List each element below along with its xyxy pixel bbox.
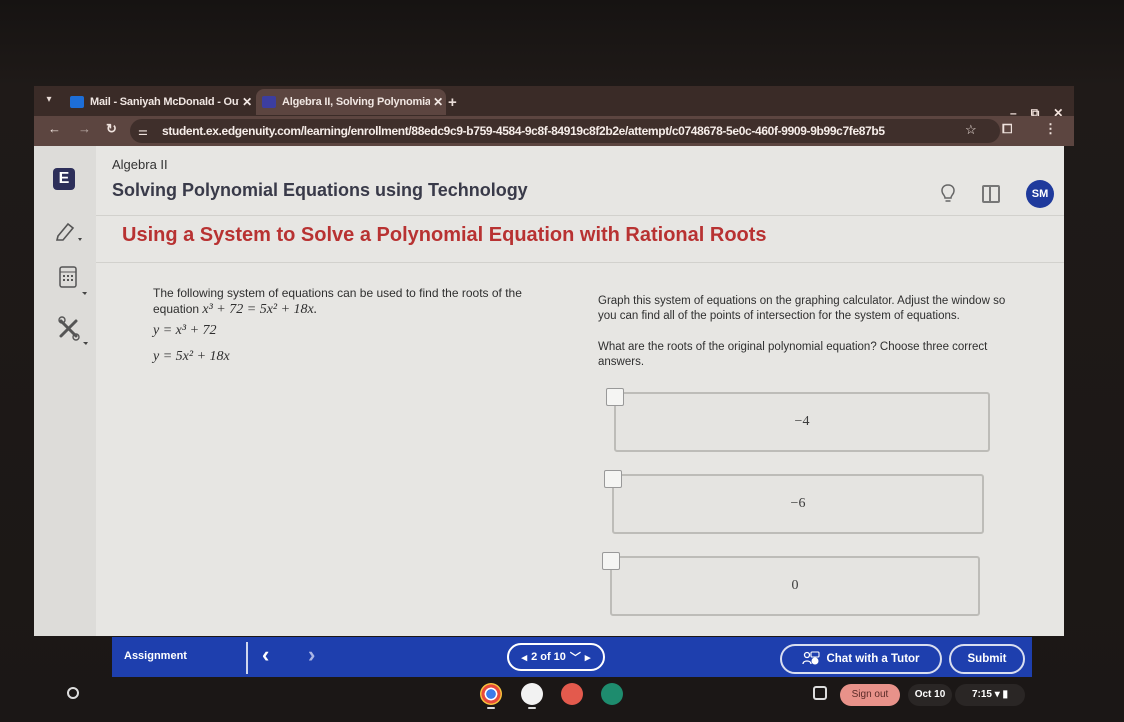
tab-algebra[interactable]: Algebra II, Solving Polynomial I ✕ <box>256 89 446 115</box>
reading-tool-icon[interactable] <box>982 185 1000 203</box>
new-tab-button[interactable]: + <box>448 94 457 111</box>
divider <box>96 215 1064 216</box>
header-actions: SM <box>940 180 1054 208</box>
chat-label: Chat with a Tutor <box>826 653 920 665</box>
date-display[interactable]: Oct 10 <box>908 684 952 706</box>
close-icon[interactable]: ✕ <box>239 95 255 109</box>
lesson-title: Solving Polynomial Equations using Techn… <box>112 180 528 200</box>
highlighter-icon[interactable] <box>52 218 86 249</box>
sign-out-button[interactable]: Sign out <box>840 684 900 706</box>
wifi-icon: ▾ <box>994 689 1000 700</box>
question-pager[interactable]: ◂ 2 of 10 ﹀ ▸ <box>507 643 605 671</box>
answer-choice[interactable]: −6 <box>604 470 984 534</box>
activity-title: Using a System to Solve a Polynomial Equ… <box>122 224 767 246</box>
outlook-icon[interactable] <box>521 683 543 705</box>
tools-icon[interactable] <box>58 316 90 351</box>
next-activity-button[interactable]: › <box>308 642 315 668</box>
chrome-icon[interactable] <box>480 683 502 705</box>
pager-text: 2 of 10 <box>531 651 566 663</box>
chevron-down-icon[interactable]: ﹀ <box>570 649 581 665</box>
site-settings-icon[interactable]: ⚌ <box>138 125 156 138</box>
tab-title: Algebra II, Solving Polynomial I <box>282 96 430 108</box>
screen-capture-icon[interactable] <box>813 686 827 700</box>
course-name: Algebra II <box>112 157 168 172</box>
answer-choice[interactable]: −4 <box>606 388 990 452</box>
status-tray[interactable]: 7:15 ▾ ▮ <box>955 684 1025 706</box>
checkbox[interactable] <box>604 470 622 488</box>
extensions-icon[interactable]: ⧠ <box>1002 121 1012 137</box>
outlook-icon <box>70 96 84 108</box>
close-icon[interactable]: ✕ <box>430 95 446 109</box>
submit-button[interactable]: Submit <box>949 644 1025 674</box>
url-text[interactable]: student.ex.edgenuity.com/learning/enroll… <box>162 124 885 138</box>
graph-instruction: Graph this system of equations on the gr… <box>598 295 1006 322</box>
tab-mail[interactable]: Mail - Saniyah McDonald - Out ✕ <box>70 89 255 115</box>
screen: ▾ Mail - Saniyah McDonald - Out ✕ Algebr… <box>0 0 1124 722</box>
divider <box>96 262 1064 263</box>
forward-button[interactable]: → <box>78 121 91 136</box>
browser-menu-icon[interactable]: ⋮ <box>1044 121 1057 137</box>
tab-title: Mail - Saniyah McDonald - Out <box>90 96 239 108</box>
edgenuity-icon <box>262 96 276 108</box>
choice-value: 0 <box>791 578 799 593</box>
avatar[interactable]: SM <box>1026 180 1054 208</box>
choice-value: −4 <box>794 414 810 429</box>
address-bar[interactable]: ⚌ student.ex.edgenuity.com/learning/enro… <box>130 119 1000 143</box>
tutor-icon <box>802 650 821 668</box>
answer-choice[interactable]: 0 <box>602 552 980 616</box>
choice-value: −6 <box>790 496 806 511</box>
lightbulb-icon[interactable] <box>940 183 956 205</box>
classroom-icon[interactable] <box>601 683 623 705</box>
checkbox[interactable] <box>606 388 624 406</box>
question-intro: The following system of equations can be… <box>153 285 553 318</box>
running-indicator <box>487 707 495 709</box>
chat-with-tutor-button[interactable]: Chat with a Tutor <box>780 644 942 674</box>
divider <box>246 642 248 674</box>
question-prompt: What are the roots of the original polyn… <box>598 341 988 368</box>
previous-activity-button[interactable]: ‹ <box>262 642 269 668</box>
bookmark-star-icon[interactable]: ☆ <box>965 122 977 138</box>
running-indicator <box>528 707 536 709</box>
system-equation-2: y = 5x² + 18x <box>153 349 230 364</box>
pager-prev-icon[interactable]: ◂ <box>522 651 528 664</box>
calculator-icon[interactable] <box>58 266 90 301</box>
edgenuity-logo[interactable]: E <box>53 168 75 190</box>
clock: 7:15 <box>971 689 992 700</box>
launcher-icon[interactable] <box>67 687 79 699</box>
assignment-label: Assignment <box>124 650 187 662</box>
original-equation: x³ + 72 = 5x² + 18x. <box>202 302 318 317</box>
checkbox[interactable] <box>602 552 620 570</box>
reload-button[interactable]: ↻ <box>106 121 117 137</box>
back-button[interactable]: ← <box>48 121 61 136</box>
battery-icon: ▮ <box>1002 689 1009 700</box>
canvas-icon[interactable] <box>561 683 583 705</box>
pager-next-icon[interactable]: ▸ <box>585 651 591 664</box>
tab-search-button[interactable]: ▾ <box>40 91 58 109</box>
system-equation-1: y = x³ + 72 <box>153 323 217 338</box>
